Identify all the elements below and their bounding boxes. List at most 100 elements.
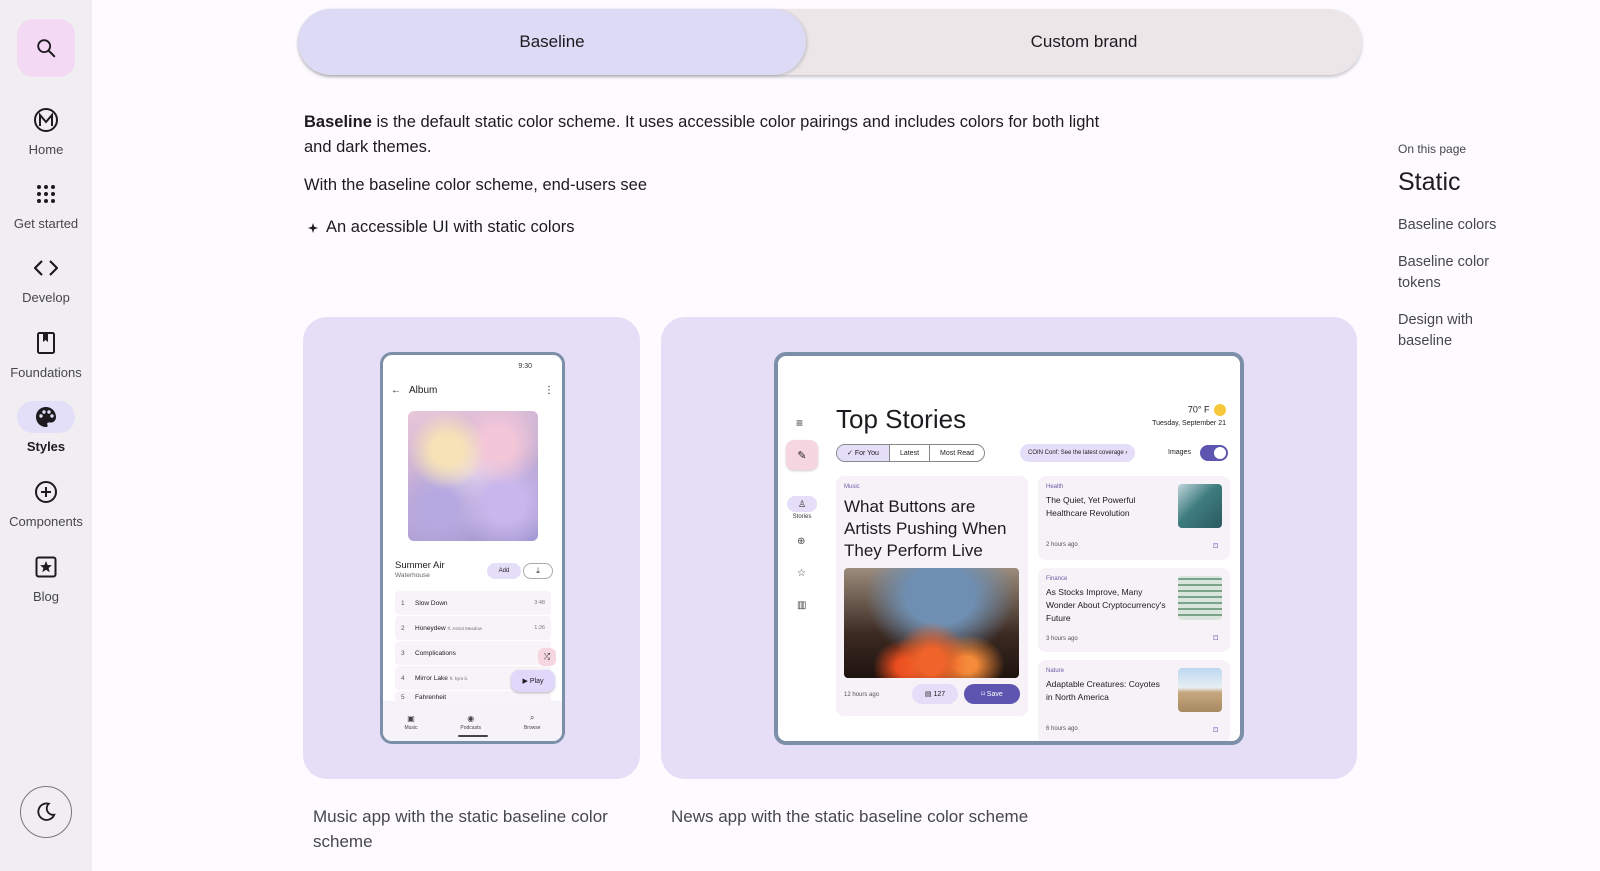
track-title-text: Honeydew <box>415 624 446 632</box>
track-duration: 1:26 <box>534 625 545 631</box>
back-arrow-icon: ← <box>391 385 401 396</box>
song-title: Summer Air <box>395 560 445 571</box>
news-date: Tuesday, September 21 <box>1152 420 1226 427</box>
news-caption: News app with the static baseline color … <box>671 807 1029 826</box>
track-row: 1 Slow Down 3:48 <box>395 591 551 615</box>
rail-item-styles[interactable]: Styles <box>0 401 92 454</box>
rail-label-develop: Develop <box>22 290 70 305</box>
toc-link-baseline-color-tokens[interactable]: Baseline color tokens <box>1398 252 1508 294</box>
tab-most-read: Most Read <box>940 449 974 457</box>
nav-browse-label: Browse <box>523 725 541 731</box>
library-music-icon: ▣ <box>407 713 415 723</box>
coverage-chip: COIN Conf: See the latest coverage › <box>1020 444 1136 462</box>
story-age: 3 hours ago <box>1046 636 1078 642</box>
comments-button: ▤ 127 <box>912 684 958 704</box>
story-age: 6 hours ago <box>1046 726 1078 732</box>
podcast-icon: ◉ <box>467 713 475 723</box>
track-title: Honeydew ft. Astral Meadow <box>415 625 534 632</box>
shuffle-icon: ⤮ <box>538 648 556 666</box>
rail-item-develop[interactable]: Develop <box>0 252 92 305</box>
sparkle-bullet-icon <box>308 222 318 233</box>
track-title-text: Mirror Lake <box>415 674 448 682</box>
bar-chart-icon: ▥ <box>797 600 807 611</box>
add-button: Add <box>487 563 521 579</box>
track-feature: ft. kyra b. <box>449 675 469 681</box>
tab-for-you: ✓ For You <box>837 445 890 461</box>
story-thumbnail <box>1178 668 1222 712</box>
tab-for-you-label: For You <box>854 449 879 457</box>
star-box-icon <box>35 556 57 578</box>
edit-fab: ✎ <box>786 440 818 470</box>
color-scheme-toggle: Baseline Custom brand <box>298 9 1362 75</box>
weather-widget: 70° F Tuesday, September 21 <box>1152 404 1226 427</box>
globe-icon: ⊕ <box>797 536 806 547</box>
toc-link-baseline-colors[interactable]: Baseline colors <box>1398 215 1568 236</box>
rail-label-styles: Styles <box>26 439 66 454</box>
download-icon: ⤓ <box>523 563 553 579</box>
rail-item-home[interactable]: Home <box>0 104 92 157</box>
intro-bold: Baseline <box>304 113 372 131</box>
story-category: Health <box>1046 484 1064 490</box>
rail-item-components[interactable]: Components <box>0 476 92 529</box>
album-art <box>408 411 538 541</box>
story-headline: The Quiet, Yet Powerful Healthcare Revol… <box>1046 495 1136 518</box>
story-age: 2 hours ago <box>1046 542 1078 548</box>
story-category: Finance <box>1046 576 1068 582</box>
search-button[interactable] <box>17 19 75 77</box>
dark-mode-toggle[interactable] <box>20 786 72 838</box>
feature-category: Music <box>844 484 860 490</box>
toc-heading: On this page <box>1398 142 1467 156</box>
pencil-icon: ✎ <box>797 449 807 462</box>
browse-search-icon: ⌕ <box>529 713 535 722</box>
baseline-segment[interactable]: Baseline <box>298 9 806 75</box>
bookmark-icon: ⌑ <box>981 691 985 698</box>
feature-headline: What Buttons are Artists Pushing When Th… <box>844 497 1007 560</box>
album-title: Album <box>409 385 438 396</box>
story-card-finance: Finance As Stocks Improve, Many Wonder A… <box>1038 568 1230 652</box>
tab-latest: Latest <box>890 445 931 461</box>
track-number: 5 <box>401 693 405 701</box>
rail-item-blog[interactable]: Blog <box>0 551 92 604</box>
news-tabs: ✓ For You Latest Most Read <box>836 444 985 462</box>
news-nav-rail: ≡ ✎ ♙ Stories ⊕ ☆ ▥ <box>778 356 828 741</box>
toc-link-design-with-baseline[interactable]: Design with baseline <box>1398 310 1498 352</box>
play-icon: ▶ <box>522 678 528 685</box>
nav-podcasts: ◉ Podcasts <box>460 714 481 731</box>
rail-item-get-started[interactable]: Get started <box>0 178 92 231</box>
bookmark-icon: ⌑ <box>1213 541 1218 551</box>
gesture-handle <box>458 735 488 737</box>
track-title: Slow Down <box>415 599 448 607</box>
news-app-card: ≡ ✎ ♙ Stories ⊕ ☆ ▥ Top Stories 70° F Tu… <box>661 317 1357 779</box>
custom-brand-segment[interactable]: Custom brand <box>806 9 1362 75</box>
rail-item-foundations[interactable]: Foundations <box>0 327 92 380</box>
feature-image <box>844 568 1019 678</box>
bullet-item: An accessible UI with static colors <box>308 218 575 237</box>
star-icon: ☆ <box>797 568 806 579</box>
search-icon <box>37 39 56 58</box>
track-title: Fahrenheit <box>415 693 447 701</box>
news-title: Top Stories <box>836 404 967 434</box>
track-number: 3 <box>401 649 405 657</box>
save-button: ⌑ Save <box>964 684 1020 704</box>
track-title: Complications <box>415 649 456 657</box>
apps-grid-icon <box>37 185 55 203</box>
code-icon <box>34 260 58 276</box>
navigation-rail: Home Get started Develop Foundations Sty… <box>0 0 92 871</box>
nav-music: ▣ Music <box>404 714 417 731</box>
intro-paragraph: Baseline is the default static color sch… <box>304 110 1124 160</box>
stories-icon: ♙ <box>787 496 817 512</box>
bookmark-icon: ⌑ <box>1213 725 1218 735</box>
add-circle-icon <box>35 481 57 503</box>
track-duration: 3:48 <box>534 600 545 606</box>
story-card-health: Health The Quiet, Yet Powerful Healthcar… <box>1038 476 1230 560</box>
chevron-right-icon: › <box>1125 450 1128 456</box>
nav-browse: ⌕ Browse <box>524 713 541 731</box>
nav-music-label: Music <box>404 724 418 731</box>
bullet-text: An accessible UI with static colors <box>326 218 575 236</box>
images-switch <box>1200 445 1228 461</box>
story-headline: As Stocks Improve, Many Wonder About Cry… <box>1046 587 1166 623</box>
palette-icon <box>36 407 56 427</box>
comment-icon: ▤ <box>924 691 932 698</box>
feature-age: 12 hours ago <box>844 692 880 698</box>
stories-nav-item: ♙ Stories <box>786 496 818 520</box>
